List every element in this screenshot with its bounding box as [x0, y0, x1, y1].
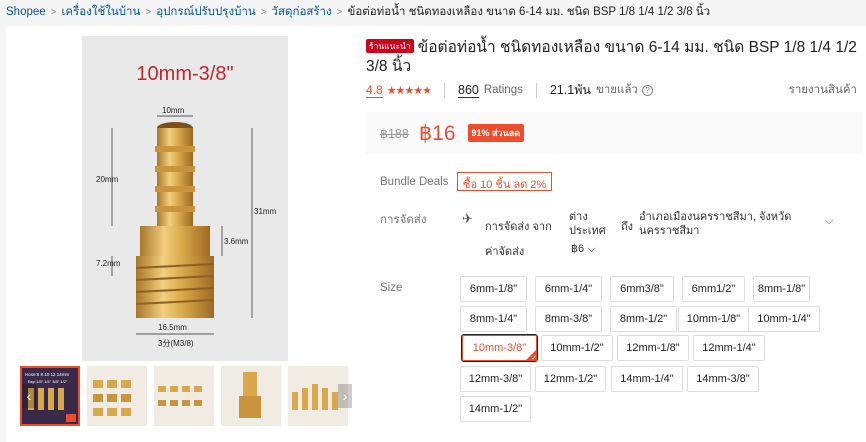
chevron-right-icon: >: [50, 6, 57, 18]
breadcrumb-home-improvement[interactable]: อุปกรณ์ปรับปรุงบ้าน: [156, 3, 256, 21]
selected-size-label: 10mm-3/8": [472, 342, 527, 354]
price-box: ฿188 ฿16 91% ส่วนลด: [366, 112, 862, 154]
size-option[interactable]: 8mm-1/4": [460, 306, 527, 332]
current-price: ฿16: [418, 121, 456, 145]
size-option[interactable]: 12mm-1/8": [617, 335, 689, 361]
chevron-right-icon: >: [336, 6, 343, 18]
size-option[interactable]: 10mm-1/8": [678, 306, 749, 332]
thumbnail-3[interactable]: [154, 366, 214, 426]
dim-7-2mm: 7.2mm: [96, 259, 121, 268]
size-option[interactable]: 10mm-1/4": [748, 306, 820, 332]
shipping-fee-amount: ฿6: [571, 243, 585, 255]
report-product-link[interactable]: รายงานสินค้า: [789, 81, 857, 99]
size-option[interactable]: 6mm1/2": [682, 276, 745, 302]
size-option[interactable]: 12mm-3/8": [460, 366, 531, 392]
size-option[interactable]: 6mm3/8": [610, 276, 674, 302]
thumbnail-strip: Hose:6 8 10 12 14mm Bsp:1/8" 1/4" 3/8" 1…: [20, 366, 352, 426]
thumbnail-2[interactable]: [87, 366, 147, 426]
breadcrumb-home-appliances[interactable]: เครื่องใช้ในบ้าน: [62, 3, 141, 21]
thumbnail-next-arrow[interactable]: ›: [338, 384, 352, 408]
breadcrumb: Shopee > เครื่องใช้ในบ้าน > อุปกรณ์ปรับป…: [0, 0, 866, 24]
bundle-deals-label: Bundle Deals: [380, 176, 449, 188]
image-caption: 10mm-3/8": [136, 63, 233, 85]
shipping-origin-line1: ต่าง: [569, 211, 588, 223]
discount-badge: 91% ส่วนลด: [467, 124, 525, 142]
sold-count: 21.1พัน: [549, 83, 591, 97]
size-option[interactable]: 8mm-1/8": [753, 276, 810, 302]
preferred-seller-badge: ร้านแนะนำ: [366, 39, 414, 53]
shipping-destination-line2: นครราชสีมา: [639, 225, 700, 237]
shipping-to-label: ถึง: [621, 221, 634, 233]
size-option[interactable]: 14mm-3/8": [687, 366, 759, 392]
divider: [444, 82, 445, 98]
rating-value[interactable]: 4.8: [366, 83, 383, 98]
shipping-from-label: การจัดส่ง จาก: [485, 221, 552, 233]
dim-10mm: 10mm: [162, 106, 185, 115]
product-title: ร้านแนะนำ ข้อต่อท่อน้ำ ชนิดทองเหลือง ขนาด…: [366, 38, 862, 76]
shipping-label: การจัดส่ง: [380, 214, 427, 226]
ratings-row: 4.8 ★★★★★ 860 Ratings 21.1พัน ขายแล้ว ? …: [366, 81, 862, 99]
size-option[interactable]: 8mm-1/2": [610, 306, 677, 332]
bundle-deal-tag[interactable]: ซื้อ 10 ชิ้น ลด 2%: [457, 172, 553, 191]
dim-16-5mm: 16.5mm: [158, 323, 187, 332]
dim-thread: 3分(M3/8): [158, 339, 194, 348]
question-icon[interactable]: ?: [641, 84, 653, 96]
breadcrumb-construction[interactable]: วัสดุก่อสร้าง: [272, 3, 332, 21]
breadcrumb-current: ข้อต่อท่อน้ำ ชนิดทองเหลือง ขนาด 6-14 มม.…: [347, 6, 711, 18]
size-option[interactable]: 12mm-1/4": [693, 335, 765, 361]
dim-20mm: 20mm: [96, 175, 119, 184]
divider: [535, 82, 537, 98]
truck-icon: ✈: [462, 211, 473, 226]
ratings-count[interactable]: 860: [458, 83, 479, 98]
ratings-label: Ratings: [483, 84, 523, 96]
shipping-origin-line2: ประเทศ: [569, 225, 606, 237]
thumbnail-2-image: [93, 380, 131, 416]
size-option[interactable]: 6mm-1/8": [460, 276, 527, 302]
size-option[interactable]: 14mm-1/4": [611, 366, 683, 392]
product-main-image[interactable]: 10mm-3/8" 10mm 20mm 31mm 3.6mm 7.2mm 16.…: [82, 36, 288, 361]
brass-fitting-illustration: 10mm-3/8" 10mm 20mm 31mm 3.6mm 7.2mm 16.…: [96, 63, 277, 348]
thumbnail-prev-arrow[interactable]: ‹: [22, 384, 36, 408]
size-label: Size: [380, 282, 403, 294]
product-card: 10mm-3/8" 10mm 20mm 31mm 3.6mm 7.2mm 16.…: [6, 26, 866, 442]
shipping-fee-label: ค่าจัดส่ง: [485, 246, 525, 258]
chevron-right-icon: >: [260, 6, 267, 18]
chevron-down-icon: ⌵: [587, 243, 596, 255]
chevron-down-icon[interactable]: ⌵: [825, 215, 833, 228]
size-option[interactable]: 10mm-1/2": [541, 335, 613, 361]
size-option[interactable]: 14mm-1/2": [460, 396, 531, 422]
dim-3-6mm: 3.6mm: [224, 237, 249, 246]
breadcrumb-shopee[interactable]: Shopee: [6, 6, 46, 18]
thumb-text: Hose:6 8 10 12 14mm: [25, 372, 70, 377]
chevron-right-icon: >: [145, 6, 152, 18]
size-option-selected[interactable]: 10mm-3/8": [461, 334, 538, 362]
size-option[interactable]: 6mm-1/4": [535, 276, 602, 302]
shipping-destination-line1: อำเภอเมืองนครราชสีมา, จังหวัด: [639, 211, 792, 223]
size-option[interactable]: 8mm-3/8": [535, 306, 602, 332]
star-rating-icon: ★★★★★: [386, 84, 432, 97]
shipping-fee-value[interactable]: ฿6 ⌵: [571, 242, 596, 256]
thumbnail-4[interactable]: [221, 366, 281, 426]
check-icon: [525, 349, 537, 362]
sold-label: ขายแล้ว: [595, 84, 638, 96]
original-price: ฿188: [380, 126, 409, 141]
shipping-destination[interactable]: อำเภอเมืองนครราชสีมา, จังหวัดนครราชสีมา: [639, 210, 819, 238]
thumbnail-3-image: [158, 386, 202, 406]
shipping-origin: ต่างประเทศ: [569, 210, 606, 238]
product-title-text: ข้อต่อท่อน้ำ ชนิดทองเหลือง ขนาด 6-14 มม.…: [366, 39, 857, 75]
dim-31mm: 31mm: [254, 207, 277, 216]
size-option[interactable]: 12mm-1/2": [535, 366, 606, 392]
thumbnail-4-image: [239, 372, 261, 418]
product-info: ร้านแนะนำ ข้อต่อท่อน้ำ ชนิดทองเหลือง ขนาด…: [366, 26, 866, 442]
